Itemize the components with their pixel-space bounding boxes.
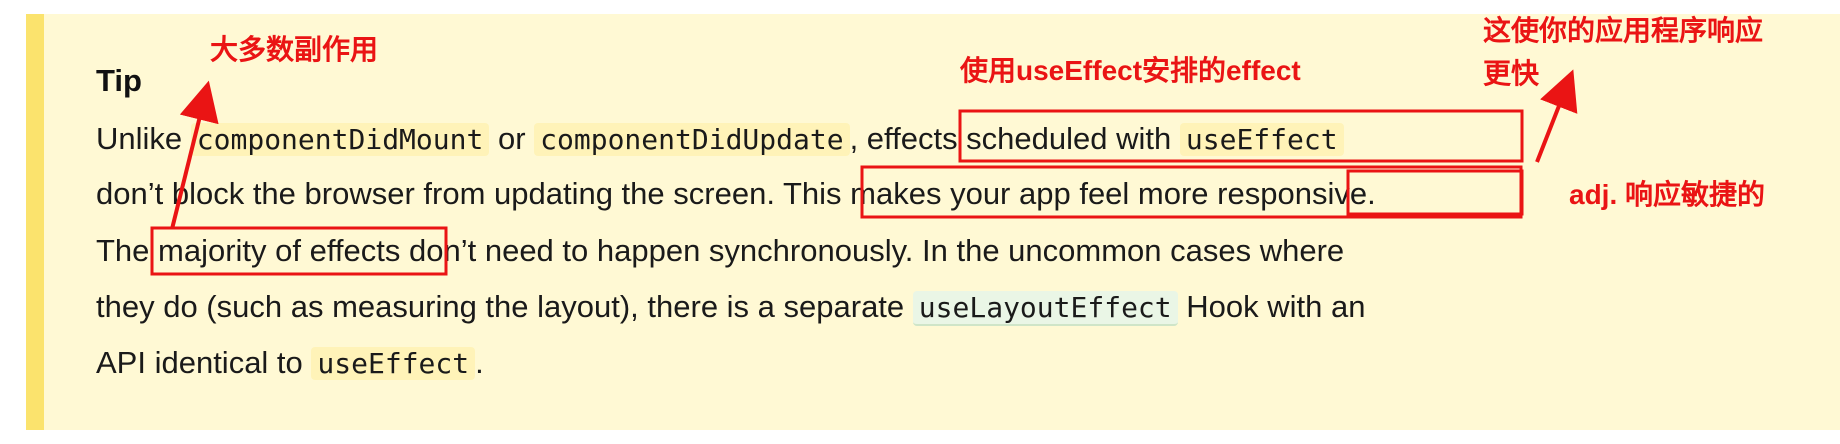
arrow-to-faster-annotation bbox=[1535, 69, 1578, 163]
highlight-box-responsive bbox=[1346, 169, 1524, 216]
highlight-box-effects-scheduled bbox=[958, 109, 1524, 163]
highlight-box-makes-responsive bbox=[860, 165, 1523, 219]
highlight-box-majority bbox=[150, 226, 448, 276]
annotation-overlay bbox=[150, 69, 1578, 276]
arrow-to-majority-annotation bbox=[170, 80, 219, 230]
